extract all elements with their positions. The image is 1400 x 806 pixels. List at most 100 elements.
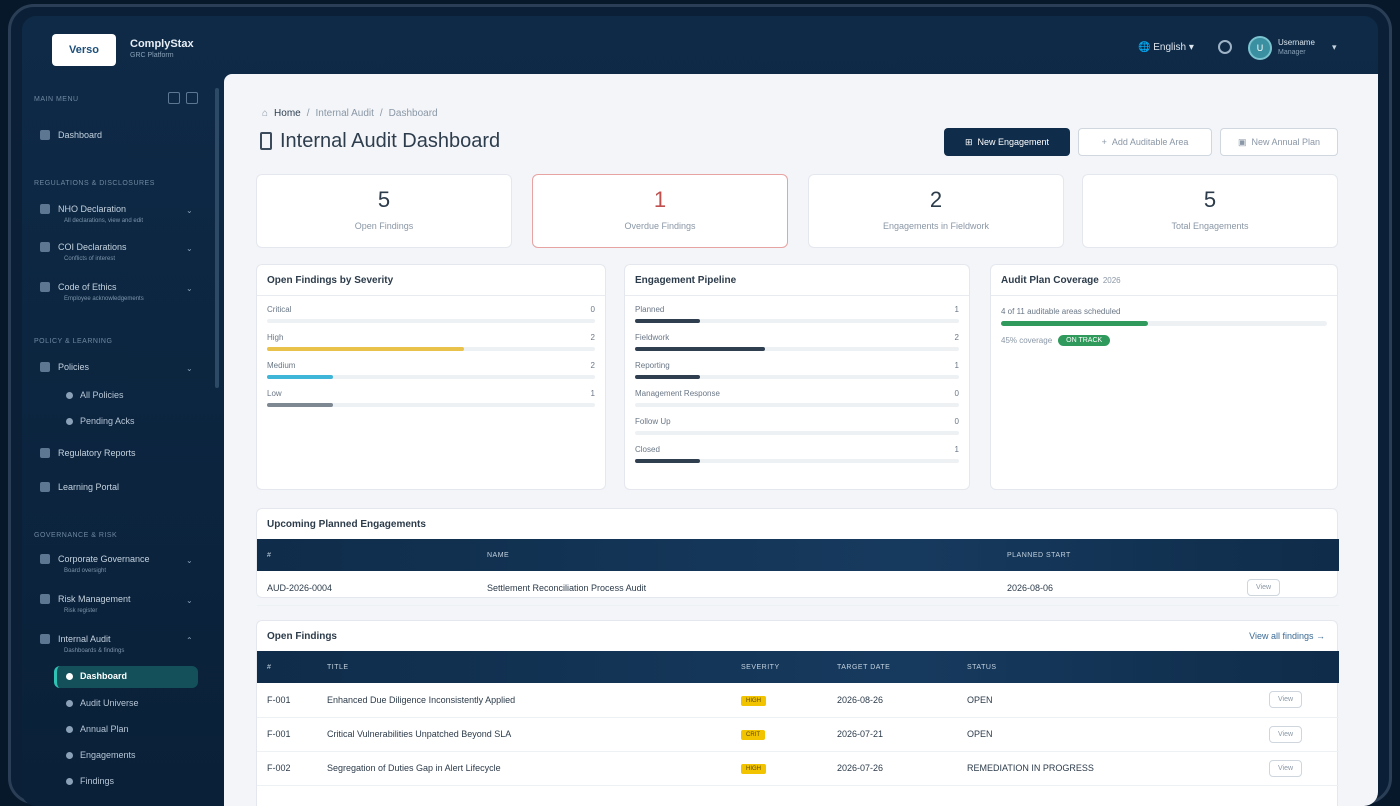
- home-icon: [40, 130, 50, 140]
- sidebar-item-corporate-governance[interactable]: Corporate Governance: [40, 554, 150, 564]
- table-row[interactable]: AUD-2026-0004 Settlement Reconciliation …: [257, 571, 1339, 606]
- sidebar-scrollbar[interactable]: [215, 88, 219, 388]
- sidebar-item-risk-management[interactable]: Risk Management: [40, 594, 131, 604]
- breadcrumb-internal-audit[interactable]: Internal Audit: [316, 108, 374, 119]
- severity-bar-fill: [267, 375, 333, 379]
- chevron-down-icon[interactable]: ⌄: [186, 244, 193, 253]
- coverage-panel: Audit Plan Coverage 2026 4 of 11 auditabl…: [990, 264, 1338, 490]
- pipeline-stage-bar-track: [635, 403, 959, 407]
- column-header[interactable]: #: [257, 539, 477, 571]
- coverage-summary: 45% coverage ON TRACK: [1001, 335, 1111, 346]
- pipeline-panel: Engagement Pipeline Planned 1 Fieldwork 2 Re…: [624, 264, 970, 490]
- table-row[interactable]: F-002 Segregation of Duties Gap in Alert…: [257, 751, 1339, 786]
- sidebar-item-internal-audit[interactable]: Internal Audit: [40, 634, 111, 644]
- pipeline-stage-row: Closed 1: [635, 445, 959, 471]
- sidebar-item-dashboard[interactable]: Dashboard: [40, 130, 102, 140]
- pin-sidebar-icon[interactable]: [186, 92, 198, 104]
- add-auditable-area-button[interactable]: + Add Auditable Area: [1078, 128, 1212, 156]
- sidebar-section-main: MAIN MENU: [34, 96, 79, 103]
- sidebar-item-coi-declarations[interactable]: COI Declarations: [40, 242, 127, 252]
- chevron-down-icon[interactable]: ⌄: [186, 206, 193, 215]
- pipeline-stage-row: Follow Up 0: [635, 417, 959, 443]
- severity-bar-fill: [267, 347, 464, 351]
- severity-label: High: [267, 333, 284, 342]
- view-button[interactable]: View: [1269, 691, 1303, 709]
- chevron-up-icon[interactable]: ⌃: [186, 636, 193, 645]
- globe-icon: 🌐: [1138, 42, 1151, 53]
- finding-title: Segregation of Duties Gap in Alert Lifec…: [317, 751, 731, 786]
- table-row[interactable]: F-001 Critical Vulnerabilities Unpatched…: [257, 717, 1339, 752]
- app-window: Verso ComplyStax GRC Platform 🌐 English …: [22, 16, 1378, 806]
- pipeline-stage-label: Fieldwork: [635, 333, 670, 342]
- home-icon[interactable]: ⌂: [262, 108, 268, 119]
- pipeline-stage-count: 1: [954, 445, 959, 454]
- chevron-down-icon[interactable]: ⌄: [186, 596, 193, 605]
- plus-icon: ⊞: [964, 136, 973, 147]
- stat-card-open-findings: 5 Open Findings: [256, 174, 512, 248]
- sidebar-item-all-policies[interactable]: All Policies: [66, 390, 124, 400]
- stat-label: Total Engagements: [1171, 221, 1249, 231]
- column-header[interactable]: #: [257, 651, 317, 683]
- column-header[interactable]: NAME: [477, 539, 997, 571]
- severity-count: 1: [590, 389, 595, 398]
- pipeline-stage-bar-fill: [635, 375, 700, 379]
- column-header[interactable]: TARGET DATE: [827, 651, 957, 683]
- column-header[interactable]: SEVERITY: [731, 651, 827, 683]
- sidebar-item-label: Risk Management: [58, 594, 131, 604]
- sidebar-item-nho-declaration[interactable]: NHO Declaration: [40, 204, 126, 214]
- page-title: Internal Audit Dashboard: [280, 130, 501, 152]
- chevron-down-icon[interactable]: ⌄: [186, 284, 193, 293]
- pipeline-stage-count: 1: [954, 361, 959, 370]
- view-all-findings-link[interactable]: View all findings →: [1249, 631, 1325, 641]
- finding-status: OPEN: [957, 683, 1259, 718]
- view-button[interactable]: View: [1269, 759, 1303, 777]
- sidebar-item-annual-plan[interactable]: Annual Plan: [66, 724, 129, 734]
- sidebar-item-label: Corporate Governance: [58, 554, 150, 564]
- pipeline-stage-bar-track: [635, 319, 959, 323]
- sidebar-item-label: Engagements: [80, 750, 136, 760]
- stat-card-engagements-fieldwork: 2 Engagements in Fieldwork: [808, 174, 1064, 248]
- top-bar: Verso ComplyStax GRC Platform 🌐 English …: [22, 16, 1378, 76]
- notification-bell-icon[interactable]: [1218, 40, 1232, 54]
- sidebar-item-subtitle: Risk register: [64, 608, 98, 614]
- view-button[interactable]: View: [1247, 579, 1281, 597]
- sidebar-item-ia-dashboard[interactable]: Dashboard: [66, 671, 127, 681]
- column-header[interactable]: TITLE: [317, 651, 731, 683]
- sidebar-item-subtitle: Dashboards & findings: [64, 648, 125, 654]
- severity-bar-track: [267, 319, 595, 323]
- table-header-row: # TITLE SEVERITY TARGET DATE STATUS: [257, 651, 1339, 683]
- panel-year: 2026: [1102, 276, 1121, 285]
- view-button[interactable]: View: [1269, 725, 1303, 743]
- chevron-down-icon[interactable]: ⌄: [186, 364, 193, 373]
- sidebar-item-findings[interactable]: Findings: [66, 776, 114, 786]
- sidebar: MAIN MENU Dashboard REGULATIONS & DISCLO…: [22, 76, 222, 806]
- pipeline-stage-bar-track: [635, 431, 959, 435]
- sidebar-item-learning-portal[interactable]: Learning Portal: [40, 482, 119, 492]
- sidebar-item-pending-acks[interactable]: Pending Acks: [66, 416, 135, 426]
- user-menu-chevron-icon[interactable]: ▾: [1332, 42, 1337, 53]
- pipeline-stage-bar-track: [635, 347, 959, 351]
- chevron-down-icon[interactable]: ⌄: [186, 556, 193, 565]
- sidebar-item-audit-universe[interactable]: Audit Universe: [66, 698, 139, 708]
- collapse-sidebar-icon[interactable]: [168, 92, 180, 104]
- sidebar-item-engagements[interactable]: Engagements: [66, 750, 136, 760]
- stat-card-overdue-findings: 1 Overdue Findings: [532, 174, 788, 248]
- new-annual-plan-button[interactable]: ▣ New Annual Plan: [1220, 128, 1338, 156]
- sidebar-item-label: COI Declarations: [58, 242, 127, 252]
- stat-label: Overdue Findings: [624, 221, 696, 231]
- table-row[interactable]: F-001 Enhanced Due Diligence Inconsisten…: [257, 683, 1339, 718]
- stat-value: 5: [1203, 187, 1217, 212]
- column-header[interactable]: PLANNED START: [997, 539, 1237, 571]
- avatar[interactable]: U: [1248, 36, 1272, 60]
- column-header[interactable]: STATUS: [957, 651, 1259, 683]
- sidebar-item-regulatory-reports[interactable]: Regulatory Reports: [40, 448, 136, 458]
- sidebar-section-governance: GOVERNANCE & RISK: [34, 532, 118, 539]
- new-engagement-button[interactable]: ⊞ New Engagement: [944, 128, 1070, 156]
- language-selector[interactable]: 🌐 English ▾: [1138, 42, 1194, 53]
- sidebar-item-subtitle: Conflicts of interest: [64, 256, 116, 262]
- column-header: [1259, 651, 1339, 683]
- sidebar-item-code-of-ethics[interactable]: Code of Ethics: [40, 282, 117, 292]
- breadcrumb-home[interactable]: Home: [274, 108, 301, 119]
- sidebar-item-policies[interactable]: Policies: [40, 362, 89, 372]
- logo[interactable]: Verso: [52, 34, 116, 66]
